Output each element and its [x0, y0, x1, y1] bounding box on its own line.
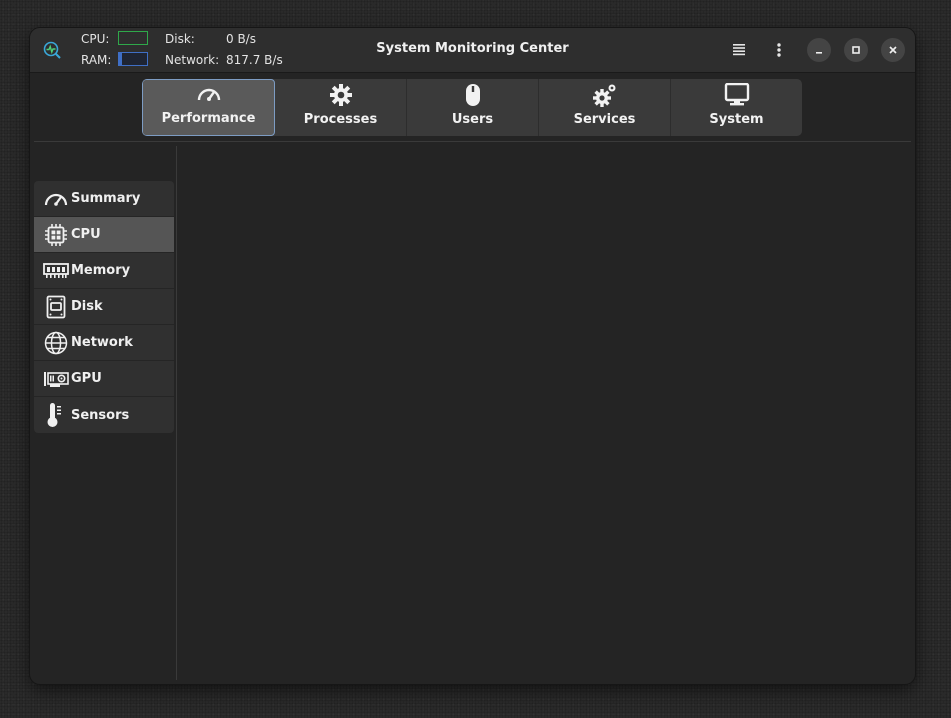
performance-sidebar: Summary CPU Memory Disk Network GPU Sens… [34, 181, 174, 433]
mouse-icon [464, 82, 482, 108]
tab-users[interactable]: Users [407, 79, 539, 136]
close-icon [889, 46, 897, 54]
tab-processes[interactable]: Processes [275, 79, 407, 136]
sidebar-item-label: Disk [71, 299, 103, 314]
gear-icon [329, 82, 353, 108]
sidebar-item-network[interactable]: Network [34, 325, 174, 361]
hamburger-menu-icon[interactable] [727, 38, 751, 62]
main-tabs: Performance Processes Users Services Sys… [142, 79, 802, 136]
disk-icon [43, 295, 69, 319]
tab-label: System [709, 112, 764, 127]
sidebar-item-summary[interactable]: Summary [34, 181, 174, 217]
sidebar-item-label: Network [71, 335, 133, 350]
main-window: CPU: RAM: Disk: 0 B/s Network: 817.7 B/s… [30, 28, 915, 684]
tab-services[interactable]: Services [539, 79, 671, 136]
tab-system[interactable]: System [671, 79, 802, 136]
monitor-icon [724, 82, 750, 108]
sidebar-item-disk[interactable]: Disk [34, 289, 174, 325]
chip-icon [43, 223, 69, 247]
sidebar-item-memory[interactable]: Memory [34, 253, 174, 289]
minimize-button[interactable] [807, 38, 831, 62]
maximize-button[interactable] [844, 38, 868, 62]
sidebar-divider [176, 146, 177, 680]
minimize-icon [816, 52, 822, 54]
sidebar-item-label: Memory [71, 263, 131, 278]
titlebar: CPU: RAM: Disk: 0 B/s Network: 817.7 B/s… [30, 28, 915, 73]
memory-icon [43, 259, 69, 283]
tab-label: Users [451, 112, 494, 127]
sidebar-item-label: Summary [71, 191, 141, 206]
sidebar-item-sensors[interactable]: Sensors [34, 397, 174, 433]
kebab-menu-icon[interactable] [767, 38, 791, 62]
gauge-icon [196, 81, 222, 107]
header-divider [34, 141, 911, 142]
maximize-icon [852, 46, 860, 54]
sidebar-item-gpu[interactable]: GPU [34, 361, 174, 397]
gauge-icon [43, 187, 69, 211]
tab-label: Processes [303, 112, 378, 127]
tab-performance[interactable]: Performance [142, 79, 275, 136]
close-button[interactable] [881, 38, 905, 62]
thermometer-icon [43, 403, 69, 427]
gpu-icon [43, 367, 69, 391]
sidebar-item-cpu[interactable]: CPU [34, 217, 174, 253]
gears-icon [592, 82, 618, 108]
sidebar-item-label: GPU [71, 371, 102, 386]
tab-label: Services [573, 112, 636, 127]
sidebar-item-label: Sensors [71, 407, 130, 423]
sidebar-item-label: CPU [71, 227, 101, 242]
globe-icon [43, 331, 69, 355]
tab-label: Performance [161, 111, 256, 126]
